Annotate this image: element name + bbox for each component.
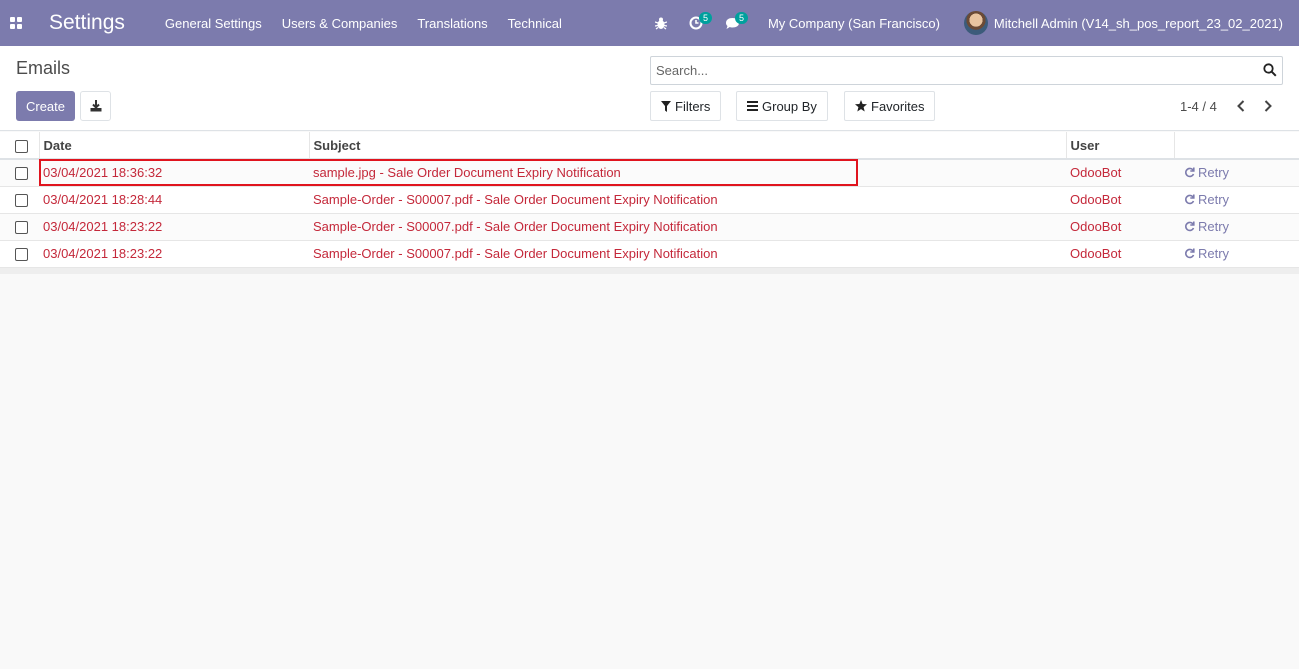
- refresh-icon: [1185, 221, 1195, 232]
- user-avatar[interactable]: [963, 11, 988, 35]
- filter-funnel-icon: [661, 100, 671, 112]
- pager-next-icon[interactable]: [1260, 98, 1276, 114]
- control-panel: Emails Create Filters Group By Favorites…: [0, 46, 1299, 131]
- row-user[interactable]: OdooBot: [1066, 212, 1174, 240]
- row-checkbox[interactable]: [15, 167, 28, 181]
- row-date[interactable]: 03/04/2021 18:36:32: [39, 158, 309, 186]
- row-date[interactable]: 03/04/2021 18:23:22: [39, 212, 309, 240]
- row-checkbox[interactable]: [15, 221, 28, 235]
- row-select-cell: [0, 239, 39, 267]
- refresh-icon: [1185, 167, 1195, 178]
- row-user[interactable]: OdooBot: [1066, 158, 1174, 186]
- pager-value[interactable]: 1-4 / 4: [1180, 99, 1217, 114]
- row-user[interactable]: OdooBot: [1066, 239, 1174, 267]
- company-switcher[interactable]: My Company (San Francisco): [768, 16, 940, 31]
- app-title[interactable]: Settings: [49, 11, 125, 35]
- row-date[interactable]: 03/04/2021 18:23:22: [39, 239, 309, 267]
- select-all-checkbox[interactable]: [15, 139, 28, 153]
- favorites-label: Favorites: [871, 98, 925, 114]
- group-by-button[interactable]: Group By: [736, 91, 828, 121]
- row-select-cell: [0, 212, 39, 240]
- export-download-button[interactable]: [80, 91, 111, 121]
- list-bars-icon: [747, 101, 758, 111]
- page-title: Emails: [16, 58, 71, 78]
- retry-label: Retry: [1198, 165, 1230, 181]
- retry-cell: Retry: [1174, 212, 1299, 240]
- table-row[interactable]: 03/04/2021 18:23:22 Sample-Order - S0000…: [0, 212, 1299, 240]
- retry-label: Retry: [1198, 192, 1230, 207]
- row-checkbox[interactable]: [15, 194, 28, 208]
- retry-button[interactable]: Retry: [1184, 246, 1299, 261]
- apps-menu-icon[interactable]: [1, 0, 31, 46]
- favorites-button[interactable]: Favorites: [844, 91, 936, 121]
- retry-button[interactable]: Retry: [1184, 192, 1299, 207]
- filters-button[interactable]: Filters: [650, 91, 722, 121]
- emails-list: Date Subject User 03/04/2021 18:36:32 sa…: [0, 132, 1299, 274]
- activity-clock-icon[interactable]: 5: [689, 0, 712, 46]
- pager-previous-icon[interactable]: [1233, 98, 1249, 114]
- retry-button[interactable]: Retry: [1184, 219, 1299, 234]
- refresh-icon: [1185, 194, 1195, 205]
- download-icon: [90, 100, 101, 112]
- row-date[interactable]: 03/04/2021 18:28:44: [39, 185, 309, 213]
- retry-cell: Retry: [1174, 158, 1299, 186]
- menu-general-settings[interactable]: General Settings: [165, 16, 262, 31]
- column-header-subject[interactable]: Subject: [309, 132, 1067, 160]
- retry-button[interactable]: Retry: [1184, 165, 1299, 180]
- row-select-cell: [0, 158, 39, 186]
- column-header-actions: [1174, 132, 1299, 160]
- row-subject[interactable]: Sample-Order - S00007.pdf - Sale Order D…: [309, 239, 1066, 267]
- top-navbar: Settings General Settings Users & Compan…: [0, 0, 1299, 46]
- menu-technical[interactable]: Technical: [508, 16, 562, 31]
- menu-users-companies[interactable]: Users & Companies: [282, 16, 398, 31]
- activity-count-badge: 5: [698, 12, 712, 24]
- search-icon[interactable]: [1263, 63, 1277, 80]
- list-footer: [0, 267, 1299, 274]
- column-header-date[interactable]: Date: [39, 132, 310, 160]
- star-icon: [855, 100, 867, 112]
- row-checkbox[interactable]: [15, 248, 28, 262]
- group-by-label: Group By: [762, 98, 817, 114]
- retry-cell: Retry: [1174, 239, 1299, 267]
- create-button[interactable]: Create: [16, 91, 75, 121]
- column-header-user[interactable]: User: [1066, 132, 1175, 160]
- table-header: Date Subject User: [0, 132, 1299, 160]
- row-select-cell: [0, 185, 39, 213]
- messages-count-badge: 5: [734, 12, 748, 24]
- messages-chat-icon[interactable]: 5: [725, 0, 748, 46]
- user-menu[interactable]: Mitchell Admin (V14_sh_pos_report_23_02_…: [994, 16, 1283, 31]
- table-row[interactable]: 03/04/2021 18:23:22 Sample-Order - S0000…: [0, 239, 1299, 267]
- menu-translations[interactable]: Translations: [417, 16, 487, 31]
- row-subject[interactable]: Sample-Order - S00007.pdf - Sale Order D…: [309, 212, 1066, 240]
- filters-label: Filters: [675, 98, 711, 114]
- retry-label: Retry: [1198, 219, 1230, 234]
- retry-cell: Retry: [1174, 185, 1299, 213]
- search-input[interactable]: [651, 57, 1251, 84]
- search-bar[interactable]: [650, 56, 1283, 85]
- row-user[interactable]: OdooBot: [1066, 185, 1174, 213]
- table-row[interactable]: 03/04/2021 18:36:32 sample.jpg - Sale Or…: [0, 158, 1299, 186]
- table-row[interactable]: 03/04/2021 18:28:44 Sample-Order - S0000…: [0, 185, 1299, 213]
- select-all-cell: [0, 132, 40, 160]
- debug-bug-icon[interactable]: [654, 0, 667, 46]
- row-subject[interactable]: sample.jpg - Sale Order Document Expiry …: [309, 158, 1066, 186]
- refresh-icon: [1185, 248, 1195, 259]
- retry-label: Retry: [1198, 246, 1230, 262]
- row-subject[interactable]: Sample-Order - S00007.pdf - Sale Order D…: [309, 185, 1066, 213]
